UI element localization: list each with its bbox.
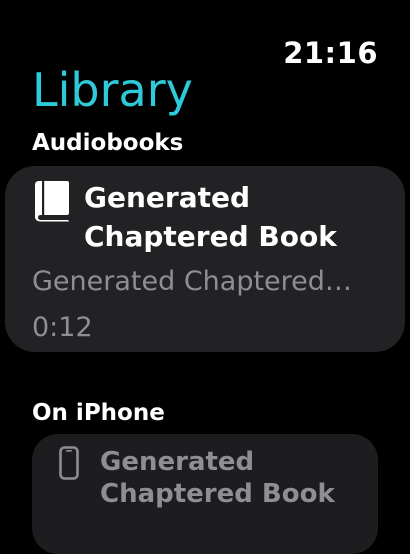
iphone-item[interactable]: Generated Chaptered Book <box>32 434 378 554</box>
section-label-audiobooks: Audiobooks <box>32 130 184 156</box>
page-title: Library <box>32 63 193 117</box>
status-time: 21:16 <box>283 36 378 70</box>
book-icon <box>35 181 69 222</box>
iphone-icon <box>59 446 79 480</box>
audiobook-item[interactable]: Generated Chaptered Book Generated Chapt… <box>5 166 405 352</box>
section-label-on-iphone: On iPhone <box>32 400 165 426</box>
iphone-item-title: Generated Chaptered Book <box>100 447 335 509</box>
audiobook-title: Generated Chaptered Book <box>84 181 337 253</box>
audiobook-subtitle: Generated Chaptered… <box>32 266 352 297</box>
audiobook-duration: 0:12 <box>32 312 93 343</box>
